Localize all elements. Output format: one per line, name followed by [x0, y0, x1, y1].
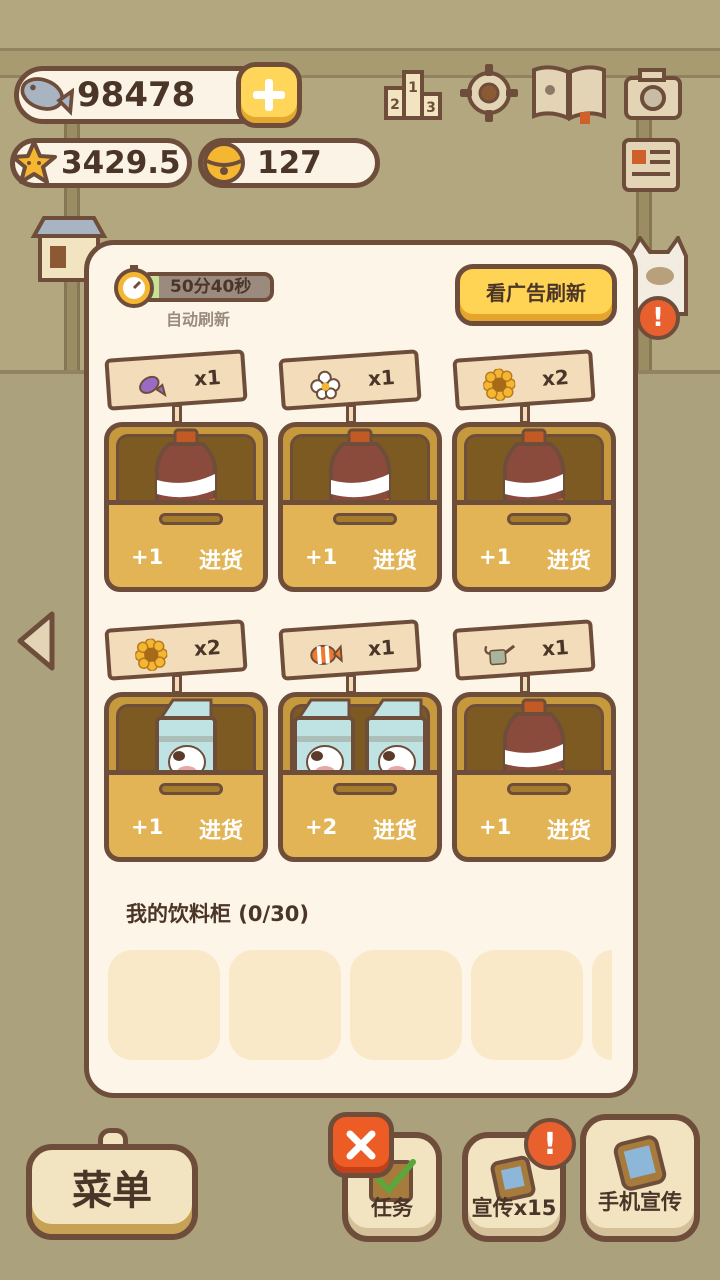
drink-cabinet-label: 我的饮料柜 (0/30) [126, 902, 310, 926]
cabinet-slot[interactable] [592, 950, 612, 1060]
crate-plus-count: +1 [131, 545, 164, 569]
restock-button[interactable]: 进货 [373, 543, 417, 575]
product-crate[interactable]: +1 进货 x1 [452, 619, 616, 867]
timer-progress-bar: 50分40秒 [140, 272, 274, 302]
sign-post [172, 404, 182, 424]
crate-handle [159, 783, 223, 795]
arrow-left-icon [17, 611, 55, 671]
camera-button[interactable] [622, 66, 684, 122]
restock-button[interactable]: 进货 [199, 543, 243, 575]
sunflower-icon [133, 637, 169, 673]
podium-icon: 213 [384, 70, 442, 120]
sign-post [520, 404, 530, 424]
clownfish-icon [307, 637, 343, 673]
crate-front: +1 进货 [104, 500, 268, 592]
sign-post [520, 674, 530, 694]
purple-fish-icon [133, 367, 169, 403]
restock-button[interactable]: 进货 [373, 813, 417, 845]
product-crate[interactable]: +1 进货 x1 [104, 349, 268, 597]
refresh-timer: 50分40秒 自动刷新 [112, 264, 278, 334]
add-fish-button[interactable] [236, 62, 302, 128]
phone-promotion-button[interactable]: 手机宣传 [580, 1114, 700, 1242]
cabinet-slot[interactable] [350, 950, 462, 1060]
star-count: 3429.5 [61, 145, 181, 181]
product-crate[interactable]: +1 进货 x1 [278, 349, 442, 597]
crate-plus-count: +1 [305, 545, 338, 569]
auto-refresh-label: 自动刷新 [166, 310, 231, 329]
crate-front: +1 进货 [104, 770, 268, 862]
book-icon [532, 65, 606, 124]
sunflower-icon [481, 367, 517, 403]
watering-can-icon [481, 637, 517, 673]
phone-icon [609, 1132, 671, 1194]
product-crate[interactable]: +1 进货 x2 [452, 349, 616, 597]
svg-text:1: 1 [408, 80, 418, 96]
crate-front: +1 进货 [452, 500, 616, 592]
crate-handle [507, 513, 571, 525]
sign-post [346, 404, 356, 424]
price-sign: x2 [104, 619, 248, 681]
close-button[interactable] [328, 1112, 394, 1178]
menu-button[interactable]: 菜单 [26, 1144, 198, 1240]
crate-front: +1 进货 [278, 500, 442, 592]
crate-plus-count: +1 [131, 815, 164, 839]
bell-icon [200, 138, 248, 186]
sign-quantity: x1 [367, 634, 396, 661]
promotion-label: 宣传x15 [471, 1196, 557, 1220]
price-sign: x1 [278, 349, 422, 411]
camera-icon [624, 68, 682, 120]
leaderboard-button[interactable]: 213 [382, 64, 444, 124]
sign-quantity: x2 [541, 364, 570, 391]
sign-quantity: x1 [193, 364, 222, 391]
cat-alert-badge: ! [636, 296, 680, 340]
sign-post [346, 674, 356, 694]
crate-plus-count: +1 [479, 815, 512, 839]
fish-count: 98478 [77, 75, 196, 115]
gear-icon [460, 64, 518, 122]
crate-front: +1 进货 [452, 770, 616, 862]
watch-ad-refresh-button[interactable]: 看广告刷新 [455, 264, 617, 326]
price-sign: x1 [278, 619, 422, 681]
cabinet-slot[interactable] [471, 950, 583, 1060]
white-flower-icon [307, 367, 343, 403]
stopwatch-icon [112, 264, 156, 308]
cabinet-slot[interactable] [108, 950, 220, 1060]
crate-front: +2 进货 [278, 770, 442, 862]
sign-post [172, 674, 182, 694]
crate-handle [507, 783, 571, 795]
product-crate[interactable]: +1 进货 x2 [104, 619, 268, 867]
catbook-button[interactable] [530, 62, 608, 124]
sign-quantity: x2 [193, 634, 222, 661]
price-sign: x2 [452, 349, 596, 411]
tasks-label: 任务 [371, 1196, 413, 1220]
price-sign: x1 [104, 349, 248, 411]
restock-button[interactable]: 进货 [547, 543, 591, 575]
cabinet-slot[interactable] [229, 950, 341, 1060]
newspaper-button[interactable] [620, 136, 682, 194]
price-sign: x1 [452, 619, 596, 681]
newspaper-icon [622, 138, 680, 192]
product-crate[interactable]: +2 进货 x1 [278, 619, 442, 867]
crate-handle [333, 513, 397, 525]
timer-text: 50分40秒 [170, 277, 252, 297]
promotion-alert-badge: ! [524, 1118, 576, 1170]
star-icon [10, 138, 58, 186]
svg-text:2: 2 [390, 97, 400, 113]
crate-handle [333, 783, 397, 795]
close-icon [346, 1130, 376, 1160]
bell-count: 127 [257, 145, 322, 181]
svg-text:3: 3 [426, 100, 436, 116]
restock-button[interactable]: 进货 [199, 813, 243, 845]
previous-page-arrow[interactable] [12, 608, 60, 674]
crate-handle [159, 513, 223, 525]
crate-plus-count: +2 [305, 815, 338, 839]
settings-button[interactable] [458, 62, 520, 124]
phone-promotion-label: 手机宣传 [598, 1190, 682, 1214]
sign-quantity: x1 [541, 634, 570, 661]
sign-quantity: x1 [367, 364, 396, 391]
restock-button[interactable]: 进货 [547, 813, 591, 845]
crate-plus-count: +1 [479, 545, 512, 569]
fish-icon [18, 66, 74, 122]
